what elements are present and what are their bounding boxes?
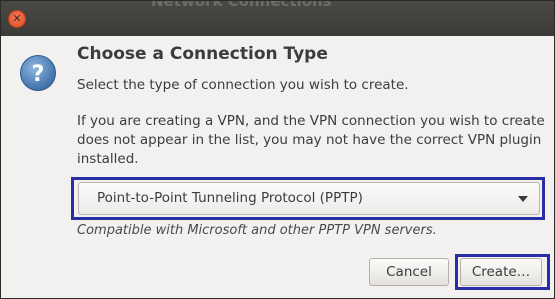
dialog-subtext: Select the type of connection you wish t… [77, 77, 409, 93]
vpn-plugin-info: If you are creating a VPN, and the VPN c… [77, 113, 545, 167]
question-icon: ? [20, 55, 56, 91]
dialog-window: ✕ Network Connections ? Choose a Connect… [0, 0, 555, 299]
connection-type-dropdown[interactable]: Point-to-Point Tunneling Protocol (PPTP) [78, 182, 540, 215]
chevron-down-icon [518, 196, 528, 202]
create-button[interactable]: Create… [460, 258, 542, 286]
close-icon[interactable]: ✕ [8, 10, 26, 28]
cancel-button[interactable]: Cancel [369, 258, 449, 286]
window-title: Network Connections [151, 1, 332, 10]
connection-type-value: Point-to-Point Tunneling Protocol (PPTP) [97, 190, 363, 206]
connection-type-description: Compatible with Microsoft and other PPTP… [77, 223, 437, 238]
svg-text:?: ? [32, 62, 45, 87]
dialog-heading: Choose a Connection Type [77, 44, 328, 64]
title-bar: ✕ Network Connections [1, 1, 554, 36]
